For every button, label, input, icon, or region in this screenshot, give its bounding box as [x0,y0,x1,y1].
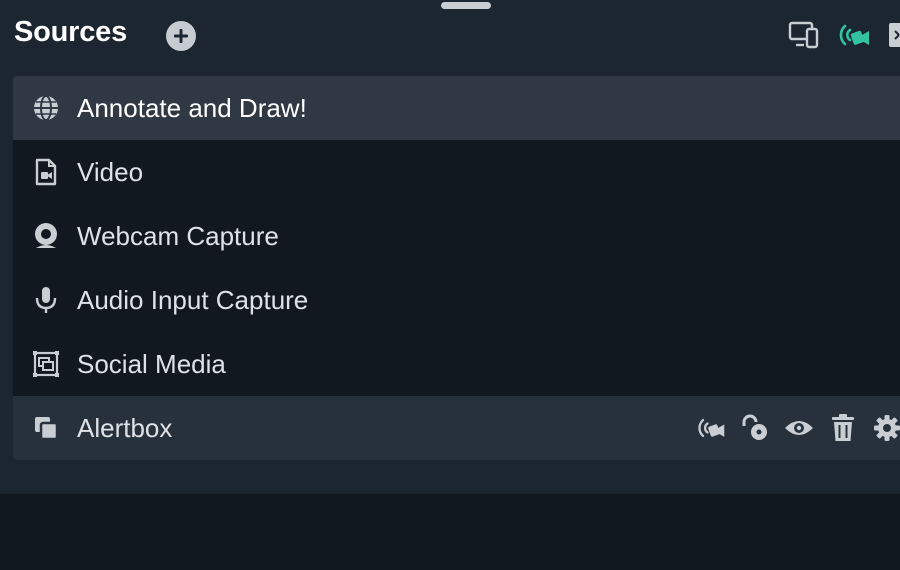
webcam-icon [31,222,61,250]
eye-icon[interactable] [777,412,821,444]
source-row-video[interactable]: Video [13,140,900,204]
plus-circle-icon [174,29,188,43]
screen-frame-icon [31,350,61,378]
panel-title: Sources [14,16,128,48]
source-label: Alertbox [77,412,173,443]
source-row-audio-input[interactable]: Audio Input Capture [13,268,900,332]
sources-list: Annotate and Draw! Video Webcam Capture … [13,76,900,460]
add-source-button[interactable] [166,21,196,51]
video-file-icon [31,158,61,186]
copy-layers-icon [31,414,61,442]
source-label: Video [77,156,144,187]
source-label: Webcam Capture [77,220,279,251]
globe-icon [31,94,61,122]
unlock-icon[interactable] [733,412,777,444]
live-camera-icon [839,24,869,46]
devices-icon [788,21,819,49]
source-label: Social Media [77,348,226,379]
drag-handle[interactable] [441,2,491,9]
source-label: Audio Input Capture [77,284,309,315]
source-row-actions [689,412,900,444]
source-row-annotate[interactable]: Annotate and Draw! [13,76,900,140]
gear-icon[interactable] [865,412,900,444]
microphone-icon [31,286,61,314]
trash-icon[interactable] [821,412,865,444]
collapse-panel-button[interactable] [886,19,900,51]
devices-button[interactable] [786,19,822,51]
source-row-social-media[interactable]: Social Media [13,332,900,396]
source-row-webcam[interactable]: Webcam Capture [13,204,900,268]
collapse-panel-icon [889,23,900,47]
live-camera-icon[interactable] [689,412,733,444]
empty-bottom-area [0,494,900,570]
source-row-alertbox[interactable]: Alertbox [13,396,900,460]
sources-panel: Sources Annotate and Draw! Video Webcam … [0,0,900,494]
source-label: Annotate and Draw! [77,92,307,123]
go-live-button[interactable] [836,19,872,51]
